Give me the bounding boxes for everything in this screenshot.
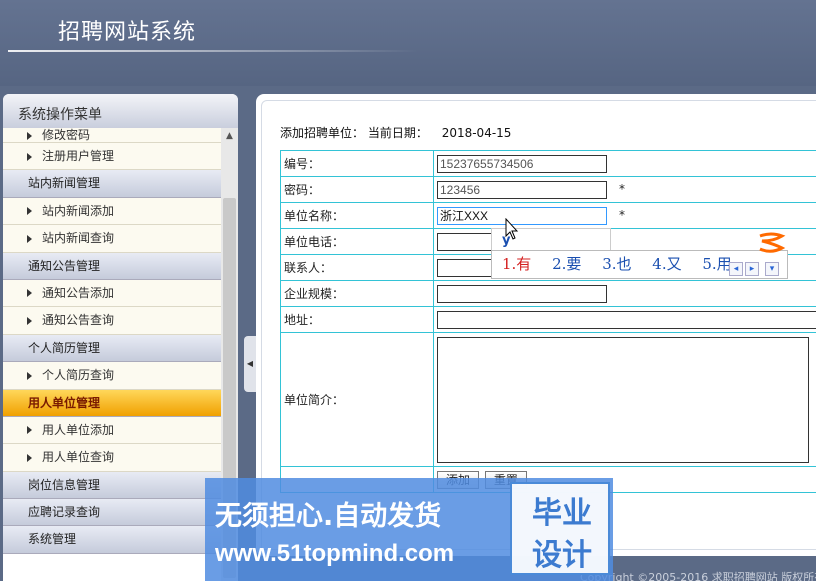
sidebar-item-label: 通知公告添加	[42, 285, 115, 300]
sidebar-group[interactable]: 站内新闻管理	[3, 170, 221, 198]
ime-candidate[interactable]: 1.有	[502, 255, 531, 273]
sidebar-item-label: 用人单位查询	[42, 450, 115, 465]
current-date: 2018-04-15	[441, 126, 512, 140]
watermark-badge-text: 设计	[532, 538, 592, 573]
watermark-badge: 毕业 设计	[510, 482, 610, 575]
sidebar-item[interactable]: 站内新闻添加	[3, 197, 221, 226]
sidebar-list: 修改密码注册用户管理站内新闻管理站内新闻添加 站内新闻查询通知公告管理通知公告添加…	[3, 128, 221, 554]
bullet-arrow-icon	[27, 426, 32, 435]
bullet-arrow-icon	[27, 131, 32, 140]
sidebar-item-label: 个人简历查询	[42, 368, 115, 383]
footer-copyright: Copyright ©2005-2016 求职招聘网站 版权所有	[580, 571, 816, 581]
sidebar-group[interactable]: 系统管理	[3, 526, 221, 554]
ime-candidate[interactable]: 2.要	[552, 255, 581, 273]
watermark-text: 无须担心.自动发货	[215, 501, 442, 532]
ime-candidate-window: y 1.有 2.要 3.也 4.又 5.用 ◂ ▸ ▾	[491, 228, 788, 280]
sidebar-title: 系统操作菜单	[3, 94, 238, 128]
sidebar-item[interactable]: 修改密码	[3, 128, 221, 143]
scroll-up-icon[interactable]: ▲	[221, 128, 238, 145]
sidebar-group[interactable]: 用人单位管理	[3, 389, 221, 417]
bullet-arrow-icon	[27, 207, 32, 216]
sidebar-item[interactable]: 通知公告添加	[3, 279, 221, 308]
ime-page-nav: ◂ ▸ ▾	[727, 256, 779, 283]
ime-next-icon[interactable]: ▸	[745, 262, 759, 276]
date-label: 当前日期：	[367, 126, 428, 140]
code-label: 编号：	[280, 150, 434, 177]
sidebar-group[interactable]: 应聘记录查询	[3, 499, 221, 527]
watermark-badge-text: 毕业	[532, 496, 592, 531]
password-field[interactable]: 123456	[437, 180, 607, 199]
sidebar-item[interactable]: 个人简历查询	[3, 362, 221, 390]
app-title: 招聘网站系统	[58, 20, 197, 45]
password-label: 密码：	[280, 176, 434, 203]
bullet-arrow-icon	[27, 152, 32, 161]
sidebar-menu: 系统操作菜单 修改密码注册用户管理站内新闻管理站内新闻添加 站内新闻查询通知公告管…	[3, 94, 238, 581]
sidebar-item[interactable]: 通知公告查询	[3, 307, 221, 335]
sidebar-item[interactable]: 站内新闻查询	[3, 225, 221, 253]
collapse-sidebar-icon[interactable]: ◀	[244, 336, 256, 392]
watermark-banner: 无须担心.自动发货 www.51topmind.com 毕业 设计	[205, 478, 613, 581]
company-form: 编号： 15237655734506 密码： 123456 * 单位名称： 浙江X…	[280, 150, 816, 493]
form-row-intro: 单位简介：	[280, 332, 816, 467]
bullet-arrow-icon	[27, 289, 32, 298]
form-caption: 添加招聘单位： 当前日期： 2018-04-15	[280, 124, 511, 141]
form-row-code: 编号： 15237655734506	[280, 150, 816, 177]
mouse-cursor-icon	[505, 217, 519, 240]
bullet-arrow-icon	[27, 234, 32, 243]
bullet-arrow-icon	[27, 371, 32, 380]
form-row-name: 单位名称： 浙江XXX *	[280, 202, 816, 229]
sidebar-item[interactable]: 用人单位添加	[3, 416, 221, 445]
ime-candidate-list: 1.有 2.要 3.也 4.又 5.用 ◂ ▸ ▾	[491, 250, 788, 279]
sidebar-item-label: 修改密码	[42, 128, 91, 142]
sidebar-group[interactable]: 通知公告管理	[3, 252, 221, 280]
intro-textarea[interactable]	[437, 336, 809, 463]
scale-field[interactable]	[437, 284, 607, 303]
code-field[interactable]: 15237655734506	[437, 154, 607, 173]
form-title: 添加招聘单位：	[280, 126, 365, 140]
ime-logo-icon	[754, 232, 788, 254]
ime-menu-icon[interactable]: ▾	[765, 262, 779, 276]
sidebar-item[interactable]: 用人单位查询	[3, 444, 221, 472]
sidebar-item-label: 站内新闻添加	[42, 203, 115, 218]
sidebar-item-label: 用人单位添加	[42, 422, 115, 437]
sidebar-item[interactable]: 注册用户管理	[3, 143, 221, 171]
required-mark: *	[619, 182, 625, 196]
ime-prev-icon[interactable]: ◂	[729, 262, 743, 276]
intro-label: 单位简介：	[280, 332, 434, 467]
form-row-password: 密码： 123456 *	[280, 176, 816, 203]
app-header: 招聘网站系统	[0, 0, 816, 86]
form-row-address: 地址：	[280, 306, 816, 333]
address-label: 地址：	[280, 306, 434, 333]
form-row-scale: 企业规模：	[280, 280, 816, 307]
required-mark: *	[619, 208, 625, 222]
watermark-url: www.51topmind.com	[215, 540, 455, 567]
bullet-arrow-icon	[27, 316, 32, 325]
company-name-field[interactable]: 浙江XXX	[437, 206, 607, 225]
address-field[interactable]	[437, 310, 816, 329]
ime-candidate[interactable]: 3.也	[602, 255, 631, 273]
contact-label: 联系人：	[280, 254, 434, 281]
sidebar-item-label: 通知公告查询	[42, 313, 115, 328]
header-divider	[8, 50, 418, 52]
scale-label: 企业规模：	[280, 280, 434, 307]
sidebar-item-label: 注册用户管理	[42, 149, 115, 163]
sidebar-item-label: 站内新闻查询	[42, 231, 115, 246]
phone-label: 单位电话：	[280, 228, 434, 255]
bullet-arrow-icon	[27, 453, 32, 462]
ime-candidate[interactable]: 4.又	[652, 255, 681, 273]
company-name-label: 单位名称：	[280, 202, 434, 229]
sidebar-group[interactable]: 岗位信息管理	[3, 471, 221, 500]
sidebar-group[interactable]: 个人简历管理	[3, 334, 221, 363]
